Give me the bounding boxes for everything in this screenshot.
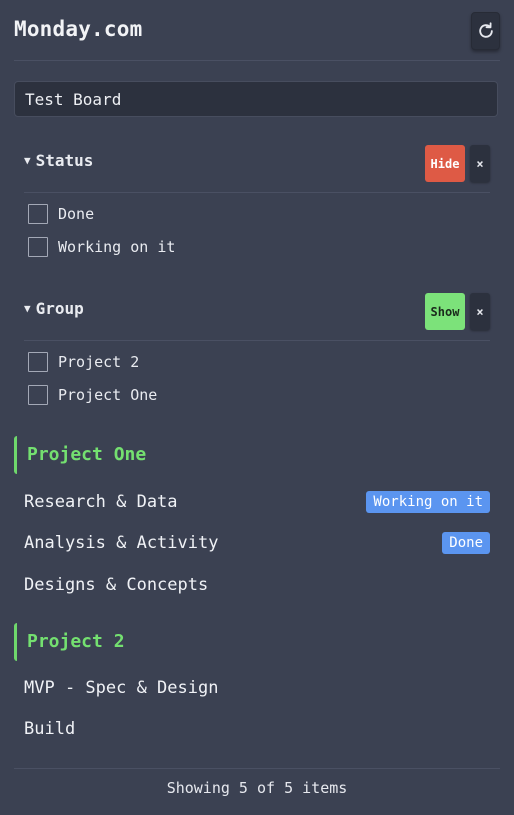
status-filter-header: ▼ Status Hide × — [24, 145, 490, 182]
group-filter-label: Group — [35, 299, 84, 318]
group-title: Project One — [27, 444, 147, 465]
checkbox[interactable] — [28, 204, 48, 224]
header-divider — [14, 60, 500, 61]
board-name-input[interactable] — [14, 81, 498, 117]
list-item[interactable]: MVP - Spec & Design — [24, 676, 490, 700]
status-option-working-on-it[interactable]: Working on it — [28, 236, 175, 258]
group-title: Project 2 — [27, 631, 125, 652]
group-option-project-one[interactable]: Project One — [28, 384, 157, 406]
header: Monday.com — [14, 12, 500, 50]
list-item[interactable]: Build — [24, 717, 490, 741]
group-divider — [24, 340, 490, 341]
refresh-icon — [478, 22, 493, 38]
group-option-project-2[interactable]: Project 2 — [28, 351, 139, 373]
group-option-label: Project One — [58, 386, 158, 404]
list-item[interactable]: Research & Data Working on it — [24, 490, 490, 514]
group-filter-toggle[interactable]: ▼ Group — [24, 299, 84, 318]
group-option-label: Project 2 — [58, 353, 140, 371]
refresh-button[interactable] — [471, 12, 500, 50]
status-badge: Working on it — [366, 491, 490, 513]
status-filter-label: Status — [35, 151, 94, 170]
footer: Showing 5 of 5 items — [14, 768, 500, 815]
item-name: Designs & Concepts — [24, 575, 209, 595]
app-title: Monday.com — [14, 17, 143, 41]
checkbox[interactable] — [28, 385, 48, 405]
group-clear-button[interactable]: × — [470, 293, 490, 330]
caret-down-icon: ▼ — [24, 302, 31, 315]
app-panel: Monday.com ▼ Status Hide × Done Working o… — [0, 0, 514, 814]
status-option-label: Working on it — [58, 238, 176, 256]
item-count-summary: Showing 5 of 5 items — [166, 779, 348, 797]
status-filter-toggle[interactable]: ▼ Status — [24, 151, 93, 170]
status-hide-button[interactable]: Hide — [425, 145, 465, 182]
caret-down-icon: ▼ — [24, 154, 31, 167]
group-header-project-one: Project One — [14, 436, 217, 474]
status-divider — [24, 192, 490, 193]
group-filter-header: ▼ Group Show × — [24, 293, 490, 330]
status-badge: Done — [442, 532, 490, 554]
list-item[interactable]: Designs & Concepts — [24, 573, 490, 597]
list-item[interactable]: Analysis & Activity Done — [24, 531, 490, 555]
status-clear-button[interactable]: × — [470, 145, 490, 182]
item-name: Research & Data — [24, 492, 178, 512]
status-option-done[interactable]: Done — [28, 203, 94, 225]
item-name: Analysis & Activity — [24, 533, 219, 553]
group-show-button[interactable]: Show — [425, 293, 465, 330]
item-name: MVP - Spec & Design — [24, 678, 219, 698]
checkbox[interactable] — [28, 237, 48, 257]
checkbox[interactable] — [28, 352, 48, 372]
status-option-label: Done — [58, 205, 95, 223]
group-header-project-2: Project 2 — [14, 623, 217, 661]
item-name: Build — [24, 719, 76, 739]
